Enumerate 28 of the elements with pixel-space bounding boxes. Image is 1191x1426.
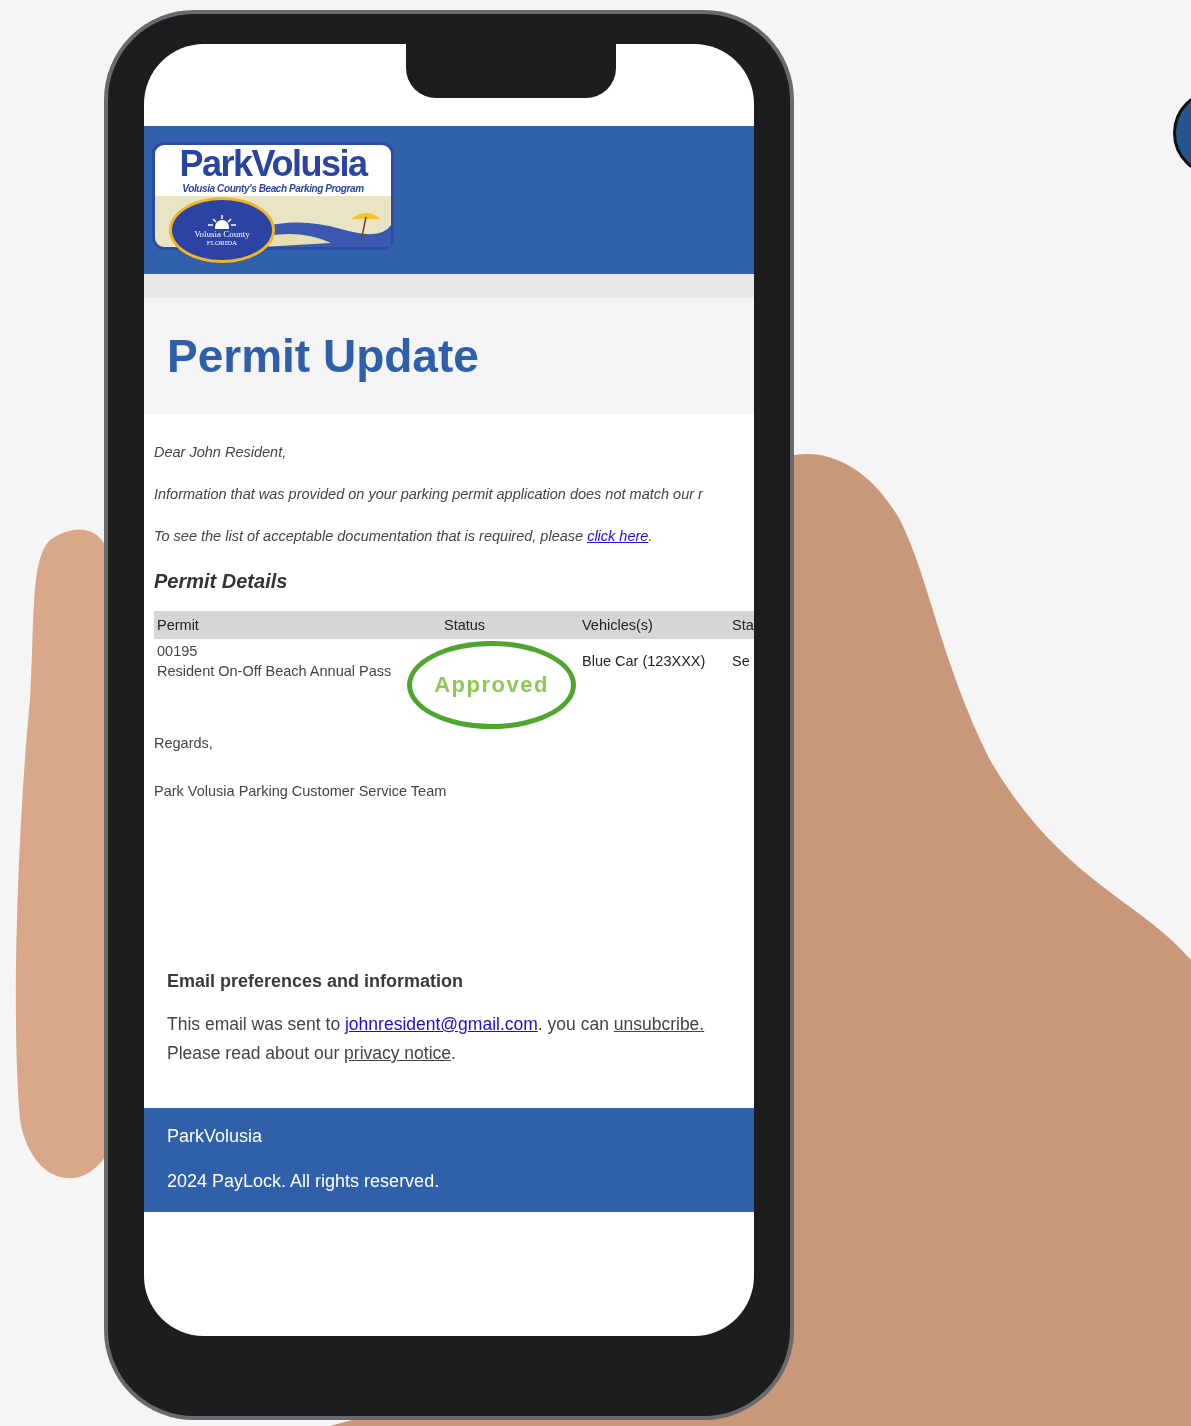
page-title: Permit Update bbox=[167, 329, 479, 383]
unsubscribe-link[interactable]: unsubcribe. bbox=[613, 1014, 705, 1034]
status-text: Approved bbox=[407, 641, 576, 729]
column-header: Status bbox=[443, 617, 487, 633]
table-cell-text: Blue Car (123XXX) bbox=[581, 652, 707, 669]
copyright-text: 2024 PayLock. All rights reserved. bbox=[167, 1171, 441, 1192]
footer-brand: ParkVolusia bbox=[167, 1126, 264, 1147]
instruction-text: To see the list of acceptable documentation that is required, please click here. bbox=[154, 528, 654, 544]
sun-icon bbox=[205, 213, 239, 229]
permit-name: Resident On-Off Beach Annual Pass bbox=[157, 663, 393, 679]
message-text: Information that was provided on your parking permit application does not match our r bbox=[154, 486, 705, 502]
click-here-link[interactable]: click here bbox=[587, 528, 649, 544]
greeting: Dear John Resident, bbox=[154, 444, 288, 460]
column-header: Vehicles(s) bbox=[581, 617, 654, 633]
preferences-text: This email was sent to johnresident@gmail.com. you can unsubcribe. Please read about our privacy notice. bbox=[167, 1013, 706, 1065]
email-link[interactable]: johnresident@gmail.com bbox=[345, 1014, 538, 1034]
preferences-title: Email preferences and information bbox=[167, 971, 465, 992]
seal-text: Volusia County bbox=[194, 229, 250, 239]
logo-tagline: Volusia County's Beach Parking Program bbox=[182, 183, 364, 194]
logo-title: ParkVolusia bbox=[179, 145, 367, 183]
column-header: Permit bbox=[156, 617, 200, 633]
column-header: Sta bbox=[731, 617, 754, 633]
privacy-link[interactable]: privacy notice bbox=[344, 1043, 452, 1063]
closing-text: Regards, bbox=[154, 735, 214, 751]
permit-number: 00195 bbox=[157, 643, 199, 659]
table-cell-text: Se bbox=[731, 652, 751, 669]
signature-text: Park Volusia Parking Customer Service Team bbox=[154, 783, 448, 799]
section-title: Permit Details bbox=[154, 570, 289, 593]
